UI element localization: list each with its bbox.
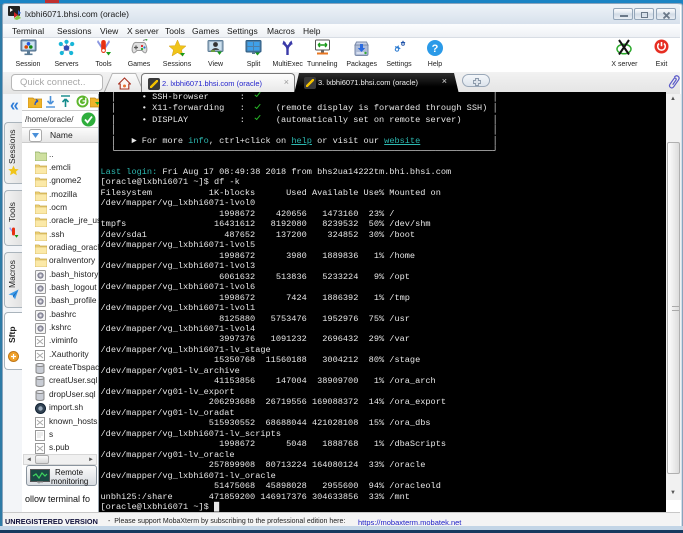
svg-text:?: ? (432, 43, 439, 55)
